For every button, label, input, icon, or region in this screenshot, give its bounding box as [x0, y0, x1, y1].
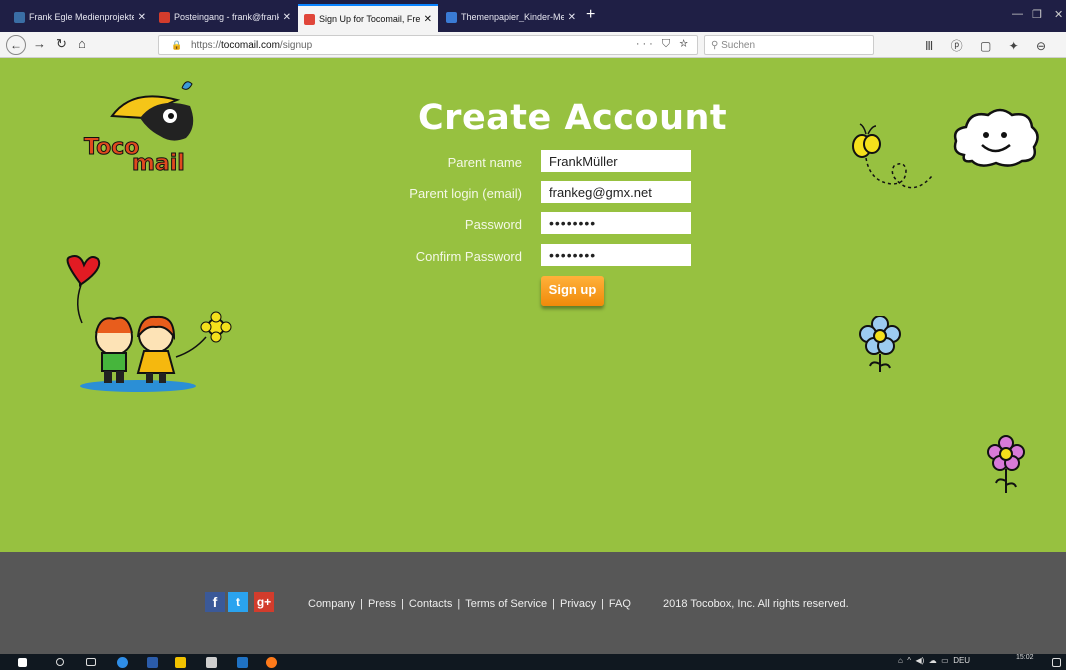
- confirm-password-input[interactable]: [541, 244, 691, 266]
- footer-link-press[interactable]: Press: [368, 598, 396, 610]
- blue-flower-illustration: [859, 316, 901, 372]
- navigation-bar: ← → ↻ ⌂ 🔒 https://tocomail.com/signup ··…: [0, 32, 1066, 68]
- purple-flower-illustration: [987, 435, 1025, 493]
- forward-icon[interactable]: →: [33, 36, 46, 51]
- close-tab-icon[interactable]: ✕: [138, 12, 146, 23]
- butterfly-illustration: [852, 123, 933, 189]
- facebook-icon[interactable]: f: [205, 592, 225, 612]
- footer-link-terms[interactable]: Terms of Service: [465, 598, 547, 610]
- windows-taskbar: ⌂ ^ ◀) ☁ ▭ DEU 15:02: [0, 654, 1066, 670]
- system-tray[interactable]: ⌂ ^ ◀) ☁ ▭ DEU: [898, 656, 970, 665]
- store-icon[interactable]: [206, 657, 217, 668]
- search-input[interactable]: ⚲ Suchen: [704, 35, 874, 55]
- restore-icon[interactable]: ❐: [1032, 8, 1042, 21]
- notifications-icon[interactable]: [1052, 658, 1061, 667]
- tocomail-favicon-icon: [304, 13, 315, 25]
- footer-link-company[interactable]: Company: [308, 598, 355, 610]
- close-tab-icon[interactable]: ✕: [568, 12, 576, 23]
- mail-favicon-icon: [159, 11, 170, 23]
- close-window-icon[interactable]: ✕: [1054, 8, 1063, 21]
- site-favicon-icon: [14, 11, 25, 23]
- address-bar[interactable]: 🔒 https://tocomail.com/signup ··· ⛉ ☆: [158, 35, 698, 55]
- edge-browser-icon[interactable]: [117, 657, 128, 668]
- cloud-illustration: [953, 108, 1039, 167]
- search-icon: ⚲: [711, 40, 722, 51]
- minimize-icon[interactable]: —: [1012, 8, 1023, 20]
- outlook-icon[interactable]: [237, 657, 248, 668]
- tocomail-logo[interactable]: Toco mail: [82, 78, 202, 174]
- new-tab-icon[interactable]: +: [586, 6, 595, 24]
- close-tab-icon[interactable]: ✕: [283, 12, 291, 23]
- twitter-icon[interactable]: t: [228, 592, 248, 612]
- home-icon[interactable]: ⌂: [78, 36, 86, 51]
- tab-themenpapier[interactable]: Themenpapier_Kinder-Messeng ✕: [440, 6, 582, 28]
- tab-posteingang[interactable]: Posteingang - frank@frankegle ✕: [153, 6, 297, 28]
- word-icon[interactable]: [147, 657, 158, 668]
- copyright-text: 2018 Tocobox, Inc. All rights reserved.: [663, 598, 849, 610]
- footer-links: Company | Press | Contacts | Terms of Service |…: [308, 598, 631, 610]
- page-title: Create Account: [418, 98, 728, 138]
- file-explorer-icon[interactable]: [175, 657, 186, 668]
- password-label: Password: [464, 217, 522, 232]
- firefox-icon[interactable]: [266, 657, 277, 668]
- google-plus-icon[interactable]: g+: [254, 592, 274, 612]
- clock[interactable]: 15:02: [1016, 654, 1034, 661]
- confirm-password-label: Confirm Password: [415, 249, 522, 264]
- kids-illustration: [66, 255, 232, 392]
- password-input[interactable]: [541, 212, 691, 234]
- sign-up-button[interactable]: Sign up: [541, 276, 604, 306]
- dropbox-favicon-icon: [446, 11, 457, 23]
- svg-text:mail: mail: [132, 151, 185, 174]
- tab-tocomail-signup[interactable]: Sign Up for Tocomail, Free Ema ✕: [298, 4, 438, 32]
- reload-icon[interactable]: ↻: [56, 36, 67, 52]
- task-view-icon[interactable]: [86, 658, 96, 666]
- tab-frank-egle[interactable]: Frank Egle Medienprojekte – Ki ✕: [8, 6, 152, 28]
- browser-tab-strip: Frank Egle Medienprojekte – Ki ✕ Postein…: [0, 0, 1066, 32]
- search-icon[interactable]: [56, 658, 64, 666]
- footer-link-faq[interactable]: FAQ: [609, 598, 631, 610]
- url-text: https://tocomail.com/signup: [191, 40, 313, 51]
- footer-link-privacy[interactable]: Privacy: [560, 598, 596, 610]
- lock-icon: 🔒: [171, 40, 183, 50]
- email-label: Parent login (email): [409, 186, 522, 201]
- close-tab-icon[interactable]: ✕: [424, 14, 432, 25]
- email-input[interactable]: [541, 181, 691, 203]
- windows-start-icon[interactable]: [18, 658, 27, 667]
- parent-name-label: Parent name: [447, 155, 522, 170]
- footer-link-contacts[interactable]: Contacts: [409, 598, 452, 610]
- page-actions-icon[interactable]: ··· ⛉ ☆: [636, 38, 691, 51]
- back-icon[interactable]: ←: [6, 35, 26, 55]
- parent-name-input[interactable]: [541, 150, 691, 172]
